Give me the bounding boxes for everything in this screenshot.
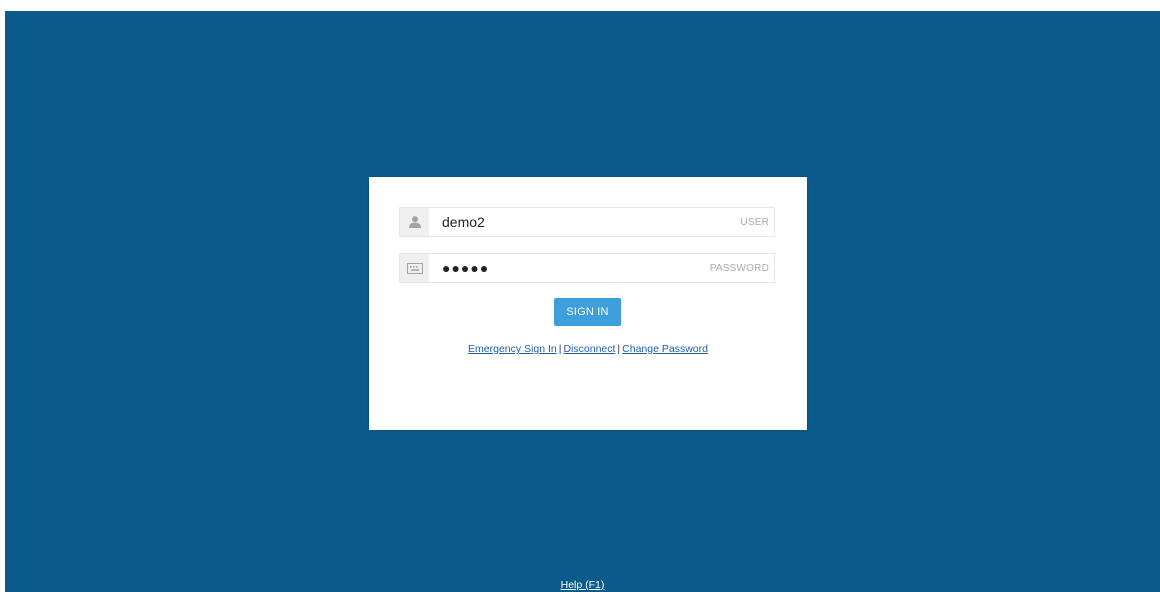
user-icon	[400, 208, 429, 236]
help-footer: Help (F1)	[5, 579, 1160, 591]
login-links: Emergency Sign In | Disconnect | Change Pass…	[369, 343, 807, 355]
keyboard-icon	[400, 254, 429, 282]
sign-in-button[interactable]: SIGN IN	[554, 298, 621, 326]
help-link[interactable]: Help (F1)	[561, 579, 605, 591]
user-field[interactable]: USER	[399, 207, 775, 237]
user-field-label: USER	[740, 216, 769, 228]
emergency-sign-in-link[interactable]: Emergency Sign In	[468, 343, 557, 355]
login-dialog: USER PASSWORD SIGN IN Emergency Sign In|…	[369, 177, 807, 430]
password-field[interactable]: PASSWORD	[399, 253, 775, 283]
password-input[interactable]	[429, 255, 710, 281]
login-screen: USER PASSWORD SIGN IN Emergency Sign In|…	[5, 11, 1160, 592]
password-field-label: PASSWORD	[709, 262, 769, 274]
user-input[interactable]	[429, 209, 741, 235]
disconnect-link[interactable]: Disconnect	[563, 343, 615, 355]
change-password-link[interactable]: Change Password	[622, 343, 708, 355]
